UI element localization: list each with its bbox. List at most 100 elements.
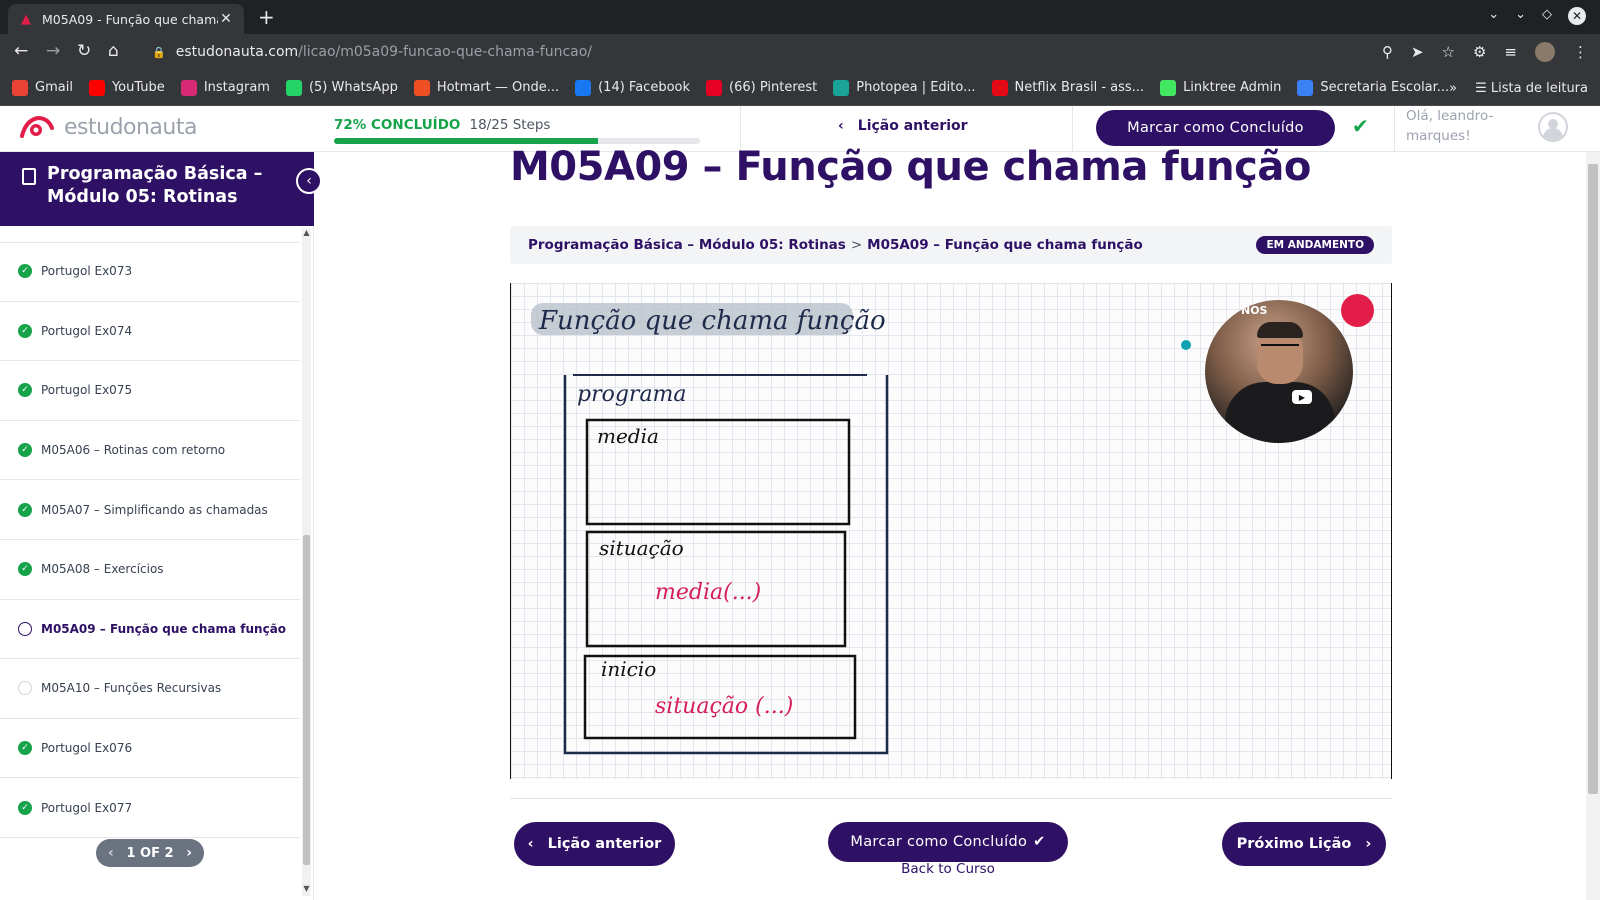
bookmark-item[interactable]: YouTube [88,79,165,96]
whatsapp-icon [285,79,302,96]
bookmark-item[interactable]: Linktree Admin [1160,79,1281,96]
collapse-sidebar-button[interactable]: ‹ [296,168,322,194]
breadcrumb-separator: > [850,237,863,253]
incomplete-circle-icon [18,681,32,696]
header-prev-lesson-link[interactable]: ‹ Lição anterior [838,118,968,134]
next-lesson-button[interactable]: Próximo Lição › [1222,822,1386,866]
site-logo[interactable]: estudonauta [18,112,197,142]
logo-text: estudonauta [64,114,197,140]
scroll-up-icon[interactable]: ▲ [302,228,311,240]
bookmarks-right: » ☰ Lista de leitura [1449,70,1588,106]
more-bookmarks-icon[interactable]: » [1449,81,1457,96]
home-icon[interactable]: ⌂ [108,41,119,61]
media-label: media [597,424,659,448]
media-call: media(...) [655,580,761,605]
sidebar-scrollbar[interactable]: ▲ ▼ [302,228,311,896]
address-bar[interactable]: 🔒 estudonauta.com /licao/m05a09-funcao-q… [140,38,1370,66]
reading-list-label: Lista de leitura [1490,80,1588,96]
bookmark-item[interactable]: Secretaria Escolar... [1297,79,1449,96]
mark-complete-label: Marcar como Concluído [850,834,1028,850]
star-icon[interactable]: ☆ [1442,43,1455,61]
page-scrollbar-thumb[interactable] [1588,164,1598,794]
completed-check-icon: ✓ [18,323,32,338]
page-scrollbar[interactable] [1586,152,1600,900]
bookmark-item[interactable]: Photopea | Edito... [833,79,976,96]
browser-tab[interactable]: ▲ M05A09 - Função que chama ✕ [8,4,244,34]
bookmark-label: (14) Facebook [598,80,691,95]
completed-check-icon: ✓ [18,383,32,398]
lesson-label: M05A08 – Exercícios [41,562,164,577]
pager-prev-icon[interactable]: ‹ [108,845,114,861]
checkmark-icon: ✔ [1033,834,1046,850]
user-avatar[interactable] [1538,112,1568,142]
media-icon[interactable]: ≡ [1504,43,1517,61]
lesson-label: Portugol Ex076 [41,741,133,756]
scroll-down-icon[interactable]: ▼ [302,884,311,896]
situacao-call: situação (...) [655,694,793,719]
bookmark-label: (66) Pinterest [729,80,818,95]
course-progress: 72% CONCLUÍDO 18/25 Steps [334,114,700,144]
tab-close-icon[interactable]: ✕ [218,11,234,27]
extensions-icon[interactable]: ⚙ [1473,43,1486,61]
bookmark-item[interactable]: (5) WhatsApp [285,79,398,96]
new-tab-icon[interactable]: + [258,5,275,29]
mark-complete-button[interactable]: Marcar como Concluído ✔ [828,822,1068,862]
forward-icon[interactable]: → [46,41,60,61]
prev-lesson-button[interactable]: ‹ Lição anterior [514,822,675,866]
bookmark-label: Netflix Brasil - ass... [1014,80,1145,95]
lesson-label: M05A10 – Funções Recursivas [41,681,222,696]
completed-check-icon: ✓ [18,443,32,458]
profile-avatar[interactable] [1535,42,1555,62]
tab-search-icon[interactable]: ⌄ [1488,7,1499,25]
record-indicator-icon [1341,294,1374,327]
bookmark-item[interactable]: Gmail [12,79,73,96]
menu-icon[interactable]: ⋮ [1573,43,1588,61]
restore-icon[interactable]: ◇ [1542,7,1552,25]
reading-list-button[interactable]: ☰ Lista de leitura [1475,81,1588,96]
content-divider [510,798,1392,799]
zoom-icon[interactable]: ⚲ [1382,43,1393,61]
bookmark-item[interactable]: Netflix Brasil - ass... [991,79,1145,96]
bookmark-item[interactable]: (66) Pinterest [706,79,818,96]
bookmark-item[interactable]: Hotmart — Onde... [413,79,559,96]
lesson-item[interactable]: M05A09 – Função que chama função [0,600,300,660]
lesson-item[interactable]: ✓ M05A08 – Exercícios [0,540,300,600]
reload-icon[interactable]: ↻ [77,41,91,61]
status-badge: EM ANDAMENTO [1256,236,1374,254]
user-greeting: Olá, leandro-marques! [1406,108,1494,144]
completed-check-icon: ✓ [18,741,32,756]
lesson-video[interactable]: Função que chama função programa media s… [510,283,1392,779]
lesson-item[interactable]: ✓ Portugol Ex074 [0,302,300,362]
instructor-hair [1257,322,1303,338]
bookmark-item[interactable]: Instagram [180,79,270,96]
browser-tabbar: ▲ M05A09 - Função que chama ✕ + ⌄ ⌄ ◇ ✕ [0,0,1600,34]
breadcrumb-course-link[interactable]: Programação Básica – Módulo 05: Rotinas [528,237,846,253]
chevron-left-icon: ‹ [527,836,534,852]
minimize-icon[interactable]: ⌄ [1515,7,1526,25]
bookmark-label: Photopea | Edito... [856,80,976,95]
completed-check-icon: ✓ [18,800,32,815]
lesson-item[interactable]: ✓ M05A06 – Rotinas com retorno [0,421,300,481]
lesson-item[interactable]: ✓ Portugol Ex077 [0,778,300,838]
toolbar-icons: ⚲ ➤ ☆ ⚙ ≡ ⋮ [1382,42,1588,62]
send-icon[interactable]: ➤ [1411,43,1424,61]
course-sidebar: Programação Básica – Módulo 05: Rotinas … [0,152,322,900]
lesson-item[interactable]: ✓ Portugol Ex073 [0,242,300,302]
pager-next-icon[interactable]: › [186,845,192,861]
lesson-item[interactable]: ✓ Portugol Ex075 [0,361,300,421]
chevron-left-icon: ‹ [306,173,312,189]
lesson-item[interactable]: ✓ Portugol Ex076 [0,719,300,779]
url-host: estudonauta.com [175,44,299,60]
scrollbar-thumb[interactable] [303,535,310,865]
estudonauta-logo-icon [20,115,54,138]
gmail-icon [12,79,28,96]
lesson-item[interactable]: M05A10 – Funções Recursivas [0,659,300,719]
breadcrumb-lesson[interactable]: M05A09 – Função que chama função [867,237,1143,253]
lesson-item[interactable]: ✓ M05A07 – Simplificando as chamadas [0,480,300,540]
bookmark-item[interactable]: (14) Facebook [575,79,691,96]
document-icon [22,168,36,185]
header-mark-complete-button[interactable]: Marcar como Concluído [1096,110,1335,146]
back-to-course-link[interactable]: Back to Curso [878,861,1018,877]
back-icon[interactable]: ← [14,41,28,61]
close-window-icon[interactable]: ✕ [1568,7,1586,25]
